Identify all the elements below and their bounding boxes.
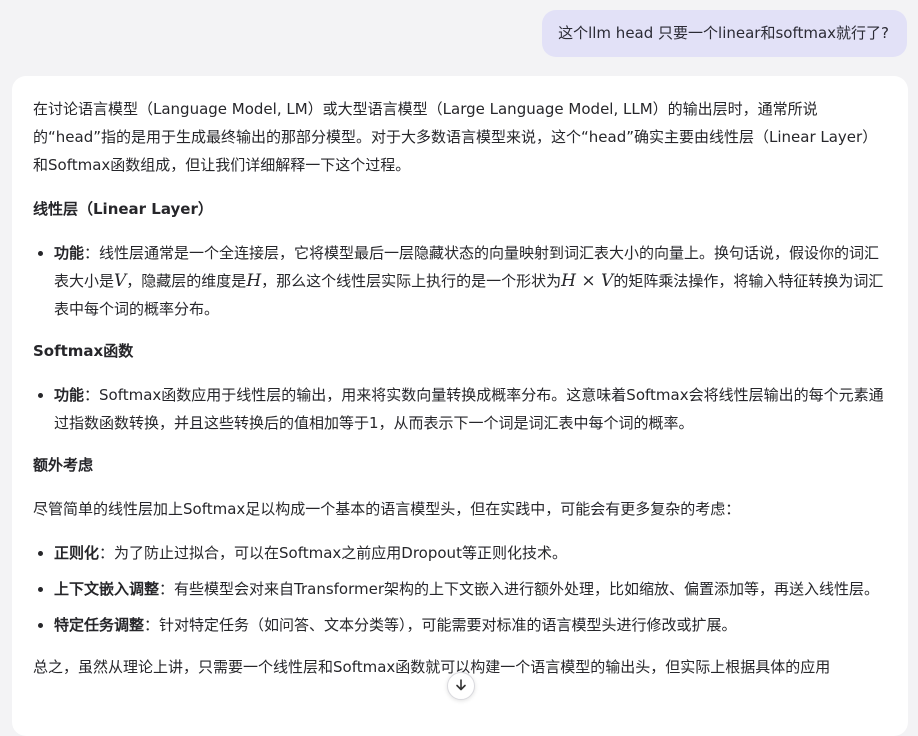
assistant-answer: 在讨论语言模型（Language Model, LM）或大型语言模型（Large… <box>12 76 908 736</box>
list-item: 上下文嵌入调整：有些模型会对来自Transformer架构的上下文嵌入进行额外处… <box>33 575 886 603</box>
extra-intro: 尽管简单的线性层加上Softmax足以构成一个基本的语言模型头，但在实践中，可能… <box>33 500 741 518</box>
linear-list: 功能：线性层通常是一个全连接层，它将模型最后一层隐藏状态的向量映射到词汇表大小的… <box>33 239 886 323</box>
list-item: 功能：线性层通常是一个全连接层，它将模型最后一层隐藏状态的向量映射到词汇表大小的… <box>33 239 886 323</box>
term-label: 功能 <box>54 386 85 404</box>
softmax-list: 功能：Softmax函数应用于线性层的输出，用来将实数向量转换成概率分布。这意味… <box>33 381 886 437</box>
linear-text-c: ，那么这个线性层实际上执行的是一个形状为 <box>261 272 562 290</box>
list-item: 特定任务调整：针对特定任务（如问答、文本分类等），可能需要对标准的语言模型头进行… <box>33 611 886 639</box>
user-message-text: 这个llm head 只要一个linear和softmax就行了? <box>558 24 889 42</box>
math-var-h: H <box>246 271 262 291</box>
user-message-bubble: 这个llm head 只要一个linear和softmax就行了? <box>542 10 907 57</box>
extra-heading: 额外考虑 <box>33 456 94 474</box>
item-text: ：为了防止过拟合，可以在Softmax之前应用Dropout等正则化技术。 <box>99 544 567 562</box>
term-label: 上下文嵌入调整 <box>54 580 160 598</box>
arrow-down-icon <box>454 677 468 696</box>
answer-intro: 在讨论语言模型（Language Model, LM）或大型语言模型（Large… <box>33 100 878 174</box>
term-label: 功能 <box>54 244 85 262</box>
term-label: 特定任务调整 <box>54 616 145 634</box>
scroll-to-bottom-button[interactable] <box>447 672 475 700</box>
softmax-text: ：Softmax函数应用于线性层的输出，用来将实数向量转换成概率分布。这意味着S… <box>54 386 884 432</box>
math-shape: H × V <box>561 271 614 291</box>
item-text: ：针对特定任务（如问答、文本分类等），可能需要对标准的语言模型头进行修改或扩展。 <box>144 616 737 634</box>
linear-text-b: ，隐藏层的维度是 <box>126 272 247 290</box>
item-text: ：有些模型会对来自Transformer架构的上下文嵌入进行额外处理，比如缩放、… <box>159 580 880 598</box>
linear-heading: 线性层（Linear Layer） <box>33 200 213 218</box>
term-label: 正则化 <box>54 544 100 562</box>
list-item: 功能：Softmax函数应用于线性层的输出，用来将实数向量转换成概率分布。这意味… <box>33 381 886 437</box>
softmax-heading: Softmax函数 <box>33 342 134 360</box>
list-item: 正则化：为了防止过拟合，可以在Softmax之前应用Dropout等正则化技术。 <box>33 539 886 567</box>
math-var-v: V <box>114 271 127 291</box>
extra-list: 正则化：为了防止过拟合，可以在Softmax之前应用Dropout等正则化技术。… <box>33 539 886 639</box>
